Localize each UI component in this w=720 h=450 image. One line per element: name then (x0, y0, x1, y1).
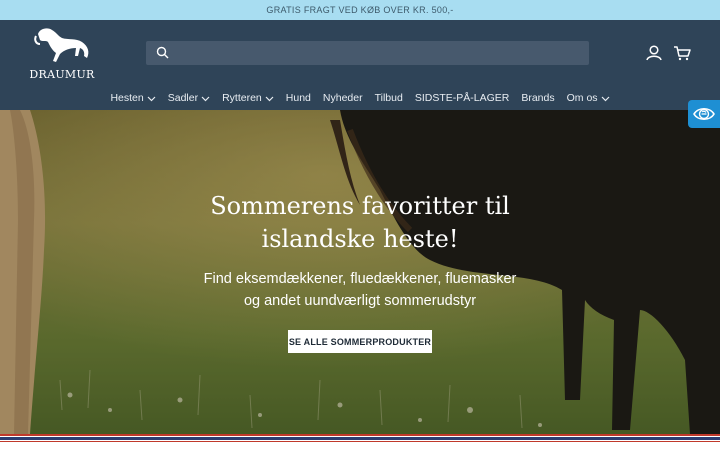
logo-text: DRAUMUR (29, 68, 95, 81)
hero-subtitle-line: Find eksemdækkener, fluedækkener, fluema… (203, 271, 517, 287)
announcement-text: GRATIS FRAGT VED KØB OVER KR. 500,- (266, 5, 454, 15)
stripe (0, 437, 720, 440)
horse-logo-icon (34, 28, 89, 62)
eye-icon (693, 107, 715, 121)
hero-subtitle: Find eksemdækkener, fluedækkener, fluema… (160, 268, 560, 312)
search-input[interactable] (174, 41, 584, 65)
nav-item-label: Brands (521, 92, 555, 104)
nav-item-label: SIDSTE-PÅ-LAGER (414, 92, 510, 104)
nav-item-label: Om os (566, 92, 598, 104)
nav-item-label: Sadler (167, 92, 199, 104)
nav-item-nyheder[interactable]: Nyheder (323, 92, 363, 104)
nav-item-sadler[interactable]: Sadler (168, 92, 210, 104)
nav-item-label: Hesten (110, 92, 144, 104)
nav-item-hesten[interactable]: Hesten (110, 92, 156, 104)
hero-title-line: islandske heste! (261, 225, 459, 253)
nav-item-tilbud[interactable]: Tilbud (375, 92, 403, 104)
announcement-bar: GRATIS FRAGT VED KØB OVER KR. 500,- (0, 0, 720, 20)
chevron-down-icon (601, 96, 609, 101)
user-icon[interactable] (645, 44, 663, 62)
stripe (0, 441, 720, 442)
site-header: DRAUMUR Hesten Sadler Rytteren Hund Nyhe… (0, 20, 720, 110)
cart-icon[interactable] (673, 44, 691, 62)
hero-title-line: Sommerens favoritter til (210, 192, 510, 220)
nav-item-sidste-paa-lager[interactable]: SIDSTE-PÅ-LAGER (415, 92, 510, 104)
nav-item-om-os[interactable]: Om os (567, 92, 610, 104)
search-bar[interactable] (146, 41, 589, 65)
main-nav: Hesten Sadler Rytteren Hund Nyheder Tilb… (0, 90, 720, 106)
chevron-down-icon (265, 96, 274, 101)
nav-item-label: Tilbud (374, 92, 403, 104)
shop-summer-products-button[interactable]: SE ALLE SOMMERPRODUKTER (288, 330, 432, 353)
footer-stripes (0, 434, 720, 450)
hero-banner: Sommerens favoritter til islandske heste… (0, 110, 720, 434)
nav-item-brands[interactable]: Brands (521, 92, 554, 104)
nav-item-label: Hund (285, 92, 311, 104)
nav-item-label: Rytteren (222, 92, 262, 104)
chevron-down-icon (201, 96, 210, 101)
logo[interactable]: DRAUMUR (28, 26, 98, 82)
hero-title: Sommerens favoritter til islandske heste… (160, 190, 560, 256)
hero-subtitle-line: og andet uundværligt sommerudstyr (243, 293, 477, 309)
nav-item-label: Nyheder (322, 92, 363, 104)
chevron-down-icon (147, 96, 156, 101)
nav-item-hund[interactable]: Hund (286, 92, 311, 104)
stripe (0, 434, 720, 436)
search-icon[interactable] (156, 46, 169, 59)
accessibility-button[interactable] (688, 100, 720, 128)
nav-item-rytteren[interactable]: Rytteren (222, 92, 274, 104)
